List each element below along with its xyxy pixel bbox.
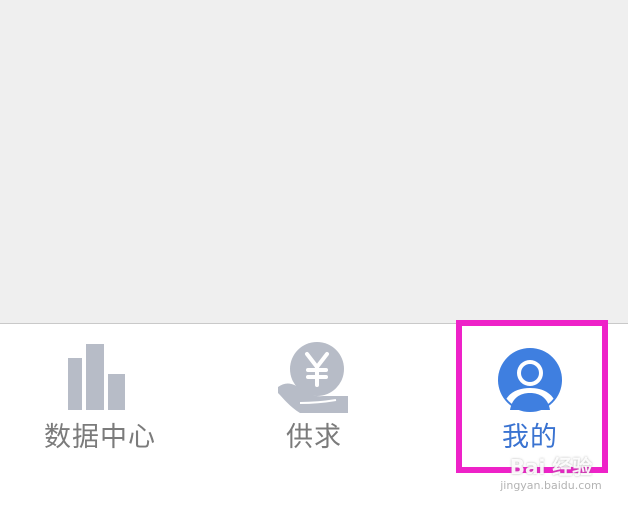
watermark-text: Bai 经验 bbox=[509, 455, 593, 479]
watermark-url: jingyan.baidu.com bbox=[500, 479, 602, 492]
bar-chart-icon bbox=[68, 344, 125, 410]
baidu-watermark: Bai 经验 jingyan.baidu.com bbox=[476, 455, 626, 493]
tab-supply-demand[interactable]: 供求 bbox=[214, 324, 414, 474]
tab-label: 供求 bbox=[286, 422, 342, 453]
user-avatar-icon bbox=[498, 348, 562, 412]
yen-coin-hand-icon bbox=[278, 342, 348, 413]
content-area bbox=[0, 0, 628, 323]
tab-label: 数据中心 bbox=[44, 422, 156, 453]
tab-label: 我的 bbox=[502, 422, 558, 453]
tab-mine[interactable]: 我的 bbox=[430, 324, 628, 474]
tab-data-center[interactable]: 数据中心 bbox=[0, 324, 200, 474]
